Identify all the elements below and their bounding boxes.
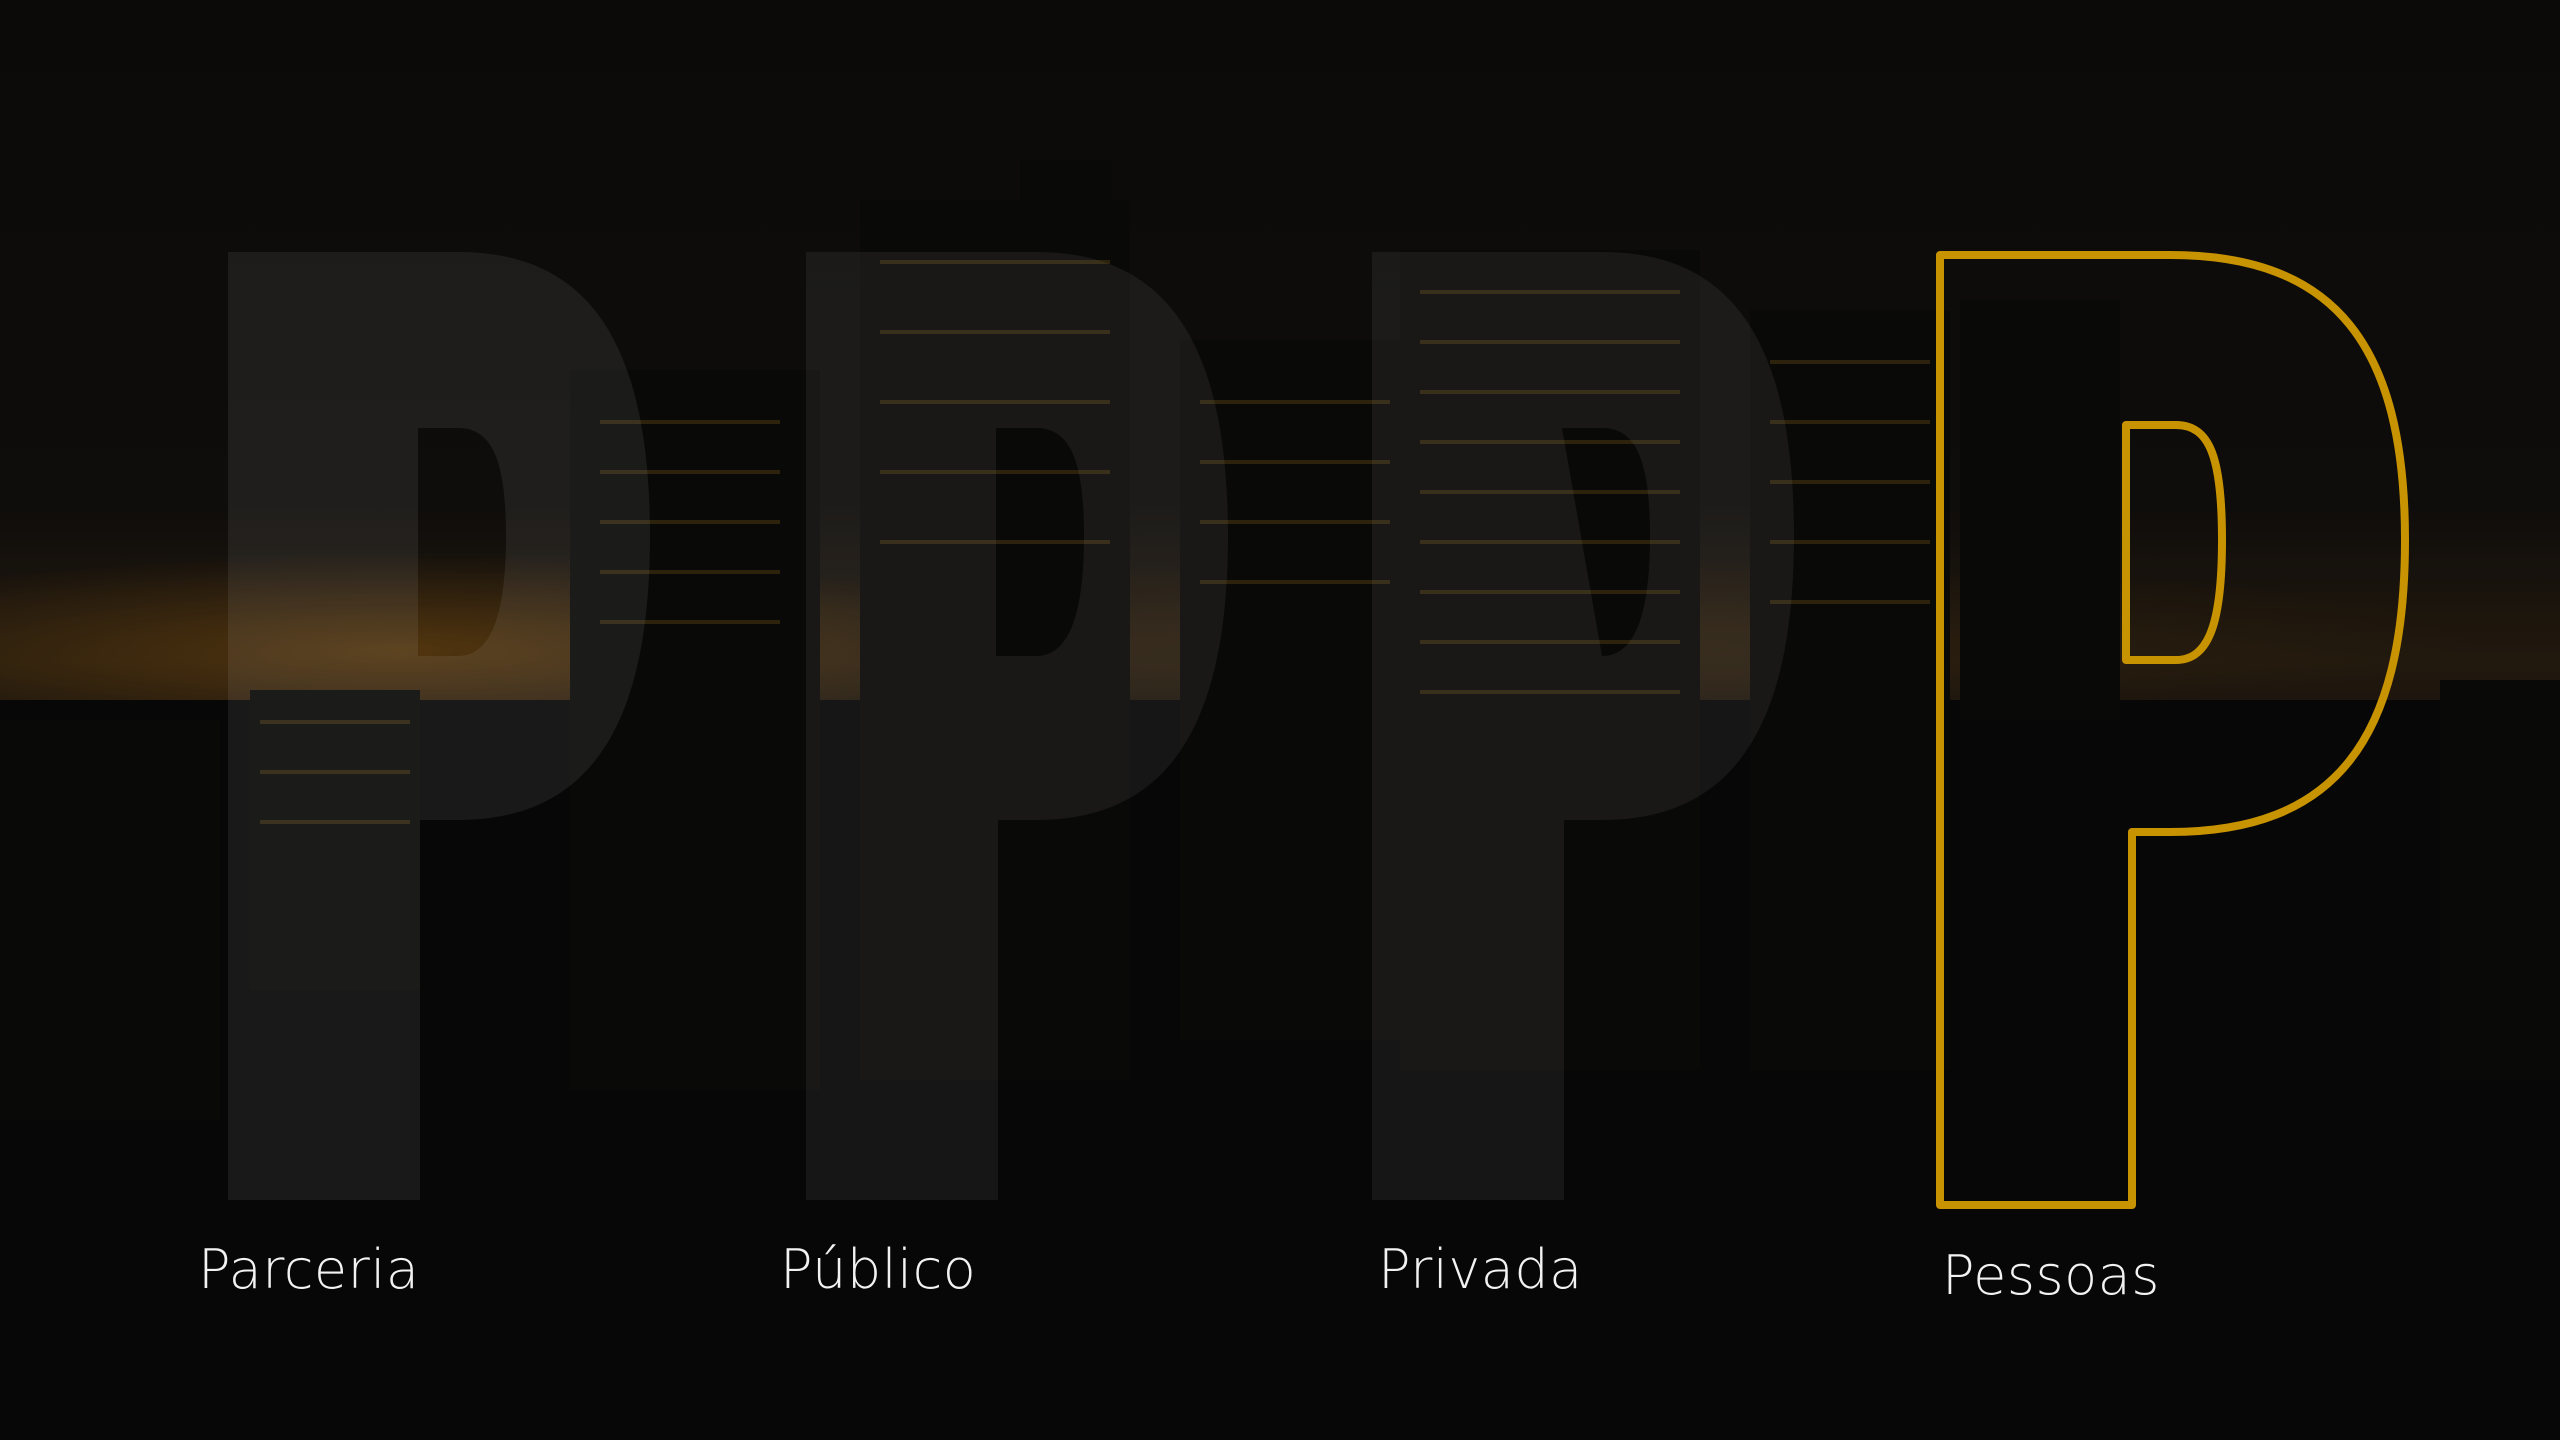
- city-skyline-background: [0, 0, 2560, 1440]
- word-pessoas: Pessoas: [1942, 1244, 2160, 1307]
- slide: Parceria Público Privada Pessoas: [0, 0, 2560, 1440]
- word-privada: Privada: [1378, 1238, 1583, 1301]
- word-parceria: Parceria: [198, 1238, 420, 1301]
- word-publico: Público: [780, 1238, 977, 1301]
